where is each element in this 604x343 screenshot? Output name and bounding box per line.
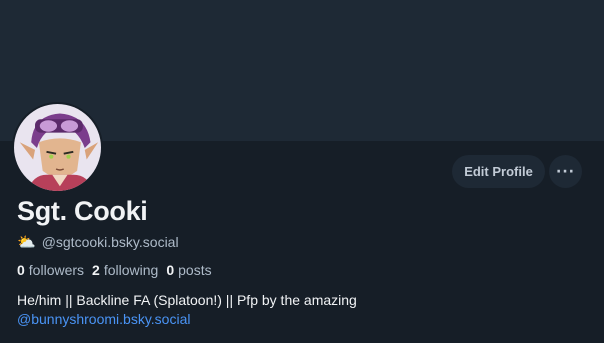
profile-stats: 0 followers 2 following 0 posts: [17, 262, 212, 278]
followers-label: followers: [28, 262, 85, 278]
following-stat[interactable]: 2 following: [92, 262, 158, 278]
display-name: Sgt. Cooki: [17, 196, 148, 226]
sun-behind-cloud-icon: ⛅: [17, 233, 36, 251]
handle-row: ⛅ @sgtcooki.bsky.social: [17, 234, 179, 250]
posts-stat: 0 posts: [166, 262, 211, 278]
following-count: 2: [92, 262, 100, 278]
avatar[interactable]: [12, 102, 103, 193]
more-options-button[interactable]: ···: [549, 155, 582, 188]
bio-text: He/him || Backline FA (Splatoon!) || Pfp…: [17, 292, 357, 308]
posts-label: posts: [178, 262, 212, 278]
avatar-illustration: [14, 104, 101, 191]
handle: @sgtcooki.bsky.social: [41, 234, 179, 250]
ellipsis-icon: ···: [556, 163, 575, 180]
bio-mention-link[interactable]: @bunnyshroomi.bsky.social: [17, 311, 190, 327]
edit-profile-button[interactable]: Edit Profile: [452, 155, 545, 188]
following-label: following: [103, 262, 159, 278]
followers-stat[interactable]: 0 followers: [17, 262, 84, 278]
profile-bio: He/him || Backline FA (Splatoon!) || Pfp…: [17, 291, 357, 329]
posts-count: 0: [166, 262, 175, 278]
followers-count: 0: [17, 262, 25, 278]
